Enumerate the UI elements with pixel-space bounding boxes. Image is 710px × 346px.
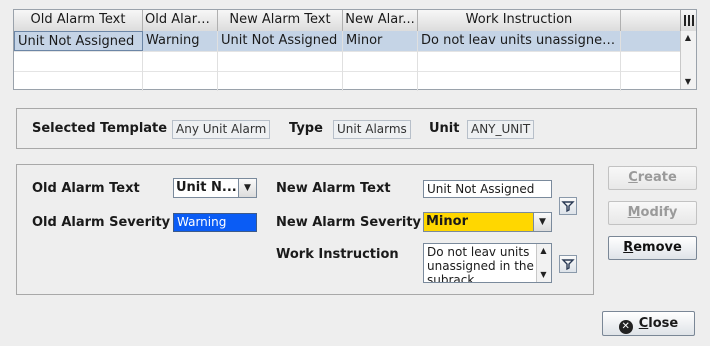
new-alarm-text-label: New Alarm Text bbox=[276, 181, 391, 196]
template-info-panel: Selected Template Any Unit Alarm Type Un… bbox=[16, 108, 697, 149]
type-value: Unit Alarms bbox=[333, 120, 411, 139]
old-alarm-text-label: Old Alarm Text bbox=[32, 181, 140, 196]
scroll-up-icon[interactable]: ▲ bbox=[537, 244, 550, 258]
alarm-table[interactable]: Old Alarm Text Old Alarm... New Alarm Te… bbox=[13, 9, 697, 91]
work-instruction-label: Work Instruction bbox=[276, 247, 399, 262]
modify-button[interactable]: Modify bbox=[608, 201, 697, 225]
table-cell bbox=[621, 31, 682, 51]
column-header[interactable]: Work Instruction bbox=[418, 10, 621, 31]
table-row-empty bbox=[14, 51, 682, 72]
scroll-down-icon[interactable]: ▼ bbox=[681, 75, 695, 89]
chevron-down-icon[interactable]: ▼ bbox=[238, 179, 256, 197]
work-instruction-textarea[interactable]: Do not leav units unassigned in the subr… bbox=[423, 243, 552, 283]
column-header-empty bbox=[621, 10, 682, 31]
table-row-empty bbox=[14, 71, 682, 91]
old-alarm-severity-field: Warning bbox=[173, 213, 257, 232]
work-instruction-text: Do not leav units unassigned in the subr… bbox=[427, 245, 534, 283]
textarea-scrollbar[interactable]: ▲ ▼ bbox=[536, 244, 551, 282]
column-header[interactable]: Old Alarm Text bbox=[14, 10, 143, 31]
type-label: Type bbox=[289, 121, 323, 136]
unit-value: ANY_UNIT bbox=[467, 120, 535, 139]
table-cell: Minor bbox=[343, 31, 418, 51]
old-alarm-severity-label: Old Alarm Severity bbox=[32, 215, 171, 230]
close-button[interactable]: ✕ Close bbox=[602, 311, 695, 336]
selected-template-value: Any Unit Alarm bbox=[172, 120, 271, 139]
template-picker-icon[interactable] bbox=[559, 197, 577, 215]
chevron-down-icon[interactable]: ▼ bbox=[533, 213, 551, 231]
selected-template-label: Selected Template bbox=[32, 121, 168, 136]
scroll-up-icon[interactable]: ▲ bbox=[681, 31, 695, 45]
scroll-down-icon[interactable]: ▼ bbox=[537, 268, 550, 282]
table-cell: Do not leav units unassigned ... bbox=[418, 31, 621, 51]
table-header: Old Alarm Text Old Alarm... New Alarm Te… bbox=[14, 10, 682, 32]
table-cell: Warning bbox=[143, 31, 218, 51]
unit-label: Unit bbox=[429, 121, 460, 136]
new-alarm-text-input[interactable]: Unit Not Assigned bbox=[423, 180, 552, 198]
old-alarm-text-combo[interactable]: Unit N... ▼ bbox=[173, 178, 257, 198]
close-icon: ✕ bbox=[618, 320, 633, 334]
table-row[interactable]: Unit Not Assigned Warning Unit Not Assig… bbox=[14, 31, 682, 52]
template-picker-icon[interactable] bbox=[559, 255, 577, 273]
table-cell: Unit Not Assigned bbox=[14, 31, 143, 51]
table-scrollbar[interactable]: ▲ ▼ bbox=[680, 31, 696, 89]
column-header[interactable]: New Alar... bbox=[343, 10, 418, 31]
alarm-edit-panel: Old Alarm Text Unit N... ▼ Old Alarm Sev… bbox=[16, 164, 594, 295]
table-cell: Unit Not Assigned bbox=[218, 31, 343, 51]
new-alarm-severity-label: New Alarm Severity bbox=[276, 215, 422, 230]
new-alarm-severity-value: Minor bbox=[426, 214, 468, 229]
column-header[interactable]: New Alarm Text bbox=[218, 10, 343, 31]
old-alarm-text-value: Unit N... bbox=[176, 180, 237, 195]
column-header[interactable]: Old Alarm... bbox=[143, 10, 218, 31]
create-button[interactable]: Create bbox=[608, 166, 697, 190]
new-alarm-severity-combo[interactable]: Minor ▼ bbox=[423, 212, 552, 232]
remove-button[interactable]: Remove bbox=[608, 236, 697, 260]
column-chooser-icon[interactable] bbox=[680, 10, 696, 32]
